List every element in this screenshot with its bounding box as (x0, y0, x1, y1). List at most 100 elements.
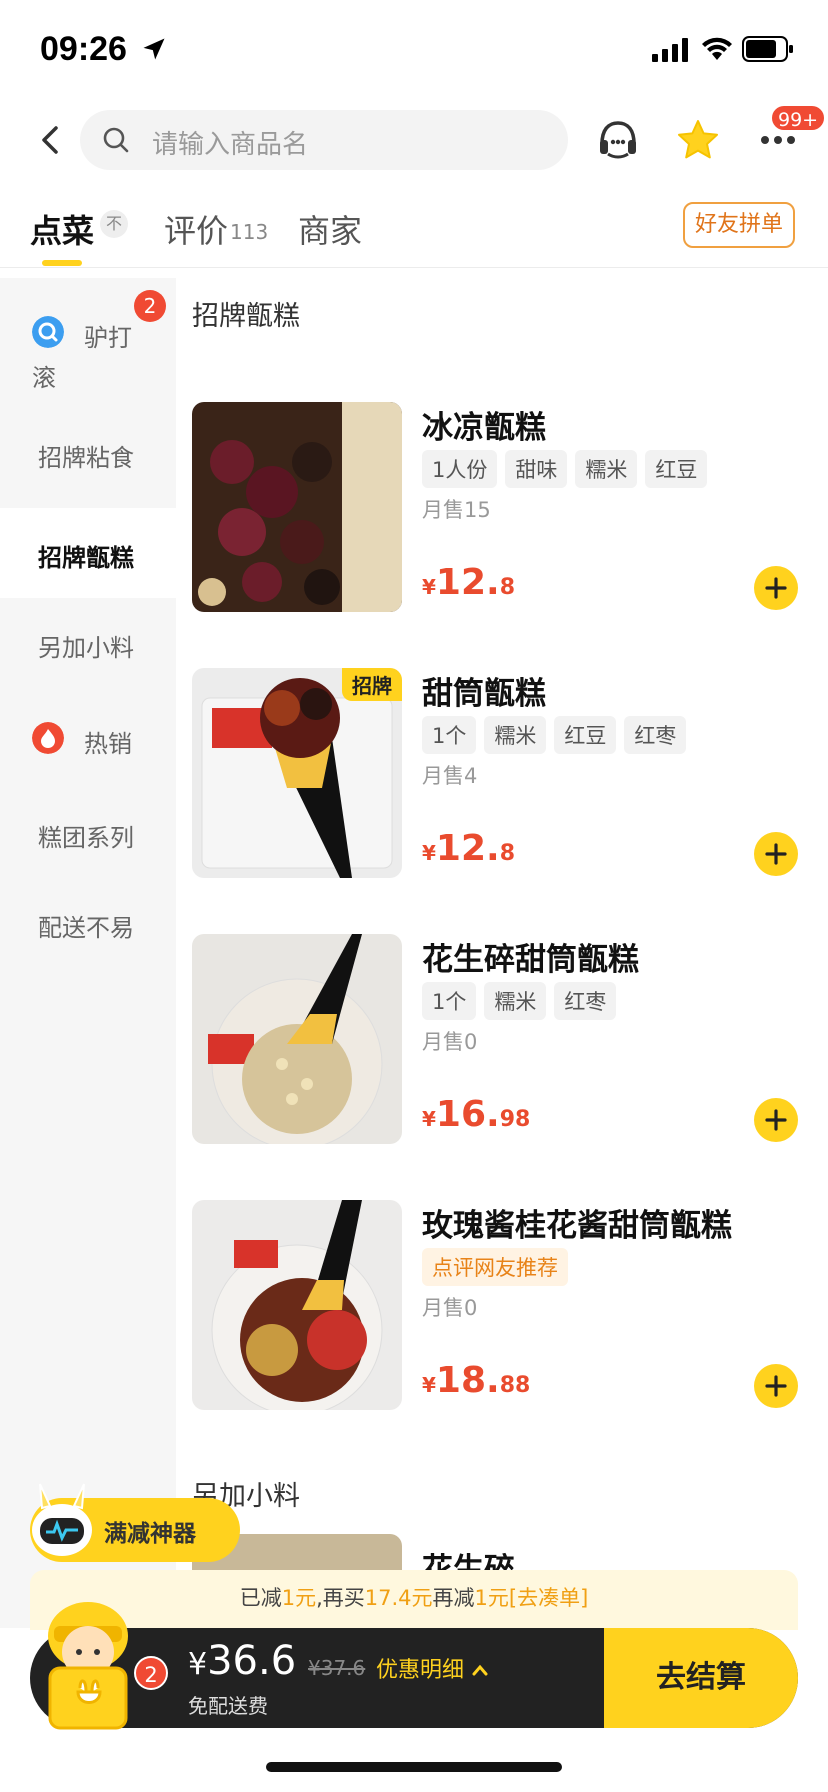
sidebar-item-label: 另加小料 (38, 634, 134, 662)
plus-icon (765, 1375, 787, 1397)
tab-order[interactable]: 点菜 (30, 206, 94, 252)
sidebar-item-label: 招牌甑糕 (38, 544, 134, 572)
review-count: 113 (230, 220, 269, 244)
signal-icon (652, 38, 688, 62)
fire-icon (32, 722, 64, 754)
item-tag: 糯米 (484, 716, 547, 754)
home-indicator[interactable] (266, 1762, 562, 1772)
item-price: ¥12.8 (422, 828, 516, 869)
sidebar-item-zhaopai-zenggao[interactable]: 招牌甑糕 (0, 508, 176, 598)
menu-item[interactable]: 冰凉甑糕 1人份 甜味 糯米 红豆 月售15 ¥12.8 (192, 402, 802, 612)
item-tag: 1个 (422, 982, 477, 1020)
pin-toggle-icon[interactable]: 不 (100, 210, 128, 238)
sidebar-item-cake-series[interactable]: 糕团系列 (0, 788, 176, 878)
sidebar-item-hot-sale[interactable]: 热销 (0, 688, 176, 788)
menu-item[interactable]: 招牌 甜筒甑糕 1个 糯米 红豆 红枣 月售4 ¥12.8 (192, 668, 802, 878)
discount-value: 1元 (281, 1586, 317, 1610)
item-tag: 1人份 (422, 450, 498, 488)
page: 09:26 请输入商品名 99+ 点菜 不 评价 113 商家 好友拼单 2 驴… (0, 0, 828, 1792)
plus-icon (765, 1109, 787, 1131)
discount-text: 已减 (239, 1586, 282, 1610)
plus-icon (765, 843, 787, 865)
menu-item[interactable]: 玫瑰酱桂花酱甜筒甑糕 点评网友推荐 月售0 ¥18.88 (192, 1200, 802, 1410)
discount-detail-toggle[interactable]: 优惠明细 (376, 1652, 489, 1684)
signature-badge: 招牌 (342, 668, 402, 701)
discount-text: 再减 (432, 1586, 475, 1610)
search-placeholder: 请输入商品名 (152, 130, 309, 160)
sidebar-item-label: 热销 (84, 730, 132, 758)
tab-reviews[interactable]: 评价 (164, 206, 228, 252)
add-to-cart-button[interactable] (754, 1098, 798, 1142)
discount-value: 17.4元 (364, 1586, 433, 1610)
item-tag: 红豆 (554, 716, 617, 754)
item-name: 玫瑰酱桂花酱甜筒甑糕 (422, 1208, 732, 1244)
customer-service-icon[interactable] (596, 118, 640, 162)
wifi-icon (702, 37, 732, 60)
add-to-cart-button[interactable] (754, 1364, 798, 1408)
add-to-cart-button[interactable] (754, 566, 798, 610)
sidebar-item-zhaopai-zhanshi[interactable]: 招牌粘食 (0, 408, 176, 498)
checkout-button[interactable]: 去结算 (604, 1628, 798, 1728)
section-title: 招牌甑糕 (192, 301, 300, 332)
item-tag: 1个 (422, 716, 477, 754)
active-tab-indicator (42, 260, 82, 266)
monthly-sales: 月售15 (422, 498, 491, 522)
menu-item[interactable]: 花生碎甜筒甑糕 1个 糯米 红枣 月售0 ¥16.98 (192, 934, 802, 1144)
item-tag: 甜味 (505, 450, 568, 488)
category-sidebar: 2 驴打滚 招牌粘食 招牌甑糕 另加小料 热销 糕团系列 配送不易 (0, 278, 176, 1628)
sidebar-item-delivery-note[interactable]: 配送不易 (0, 878, 176, 968)
cart-original-price: ¥37.6 (308, 1656, 366, 1680)
search-input[interactable]: 请输入商品名 (80, 110, 568, 170)
tab-merchant[interactable]: 商家 (298, 206, 362, 252)
item-tag: 糯米 (575, 450, 638, 488)
cart-count-badge: 2 (134, 1656, 168, 1690)
status-bar: 09:26 (0, 0, 828, 96)
sidebar-item-label: 糕团系列 (38, 824, 134, 852)
item-price: ¥16.98 (422, 1094, 531, 1135)
favorite-star-icon[interactable] (676, 118, 720, 162)
item-tag: 红豆 (645, 450, 708, 488)
notification-badge: 99+ (770, 104, 827, 132)
item-tag: 红枣 (554, 982, 617, 1020)
location-arrow-icon (143, 38, 165, 60)
item-tags: 1个 糯米 红枣 (422, 982, 617, 1020)
discount-text: ,再买 (316, 1586, 365, 1610)
delivery-fee-note: 免配送费 (188, 1694, 268, 1718)
cart-total: ¥36.6 (188, 1638, 297, 1684)
recommend-tag: 点评网友推荐 (422, 1248, 568, 1286)
food-image[interactable] (192, 402, 402, 612)
item-price: ¥18.88 (422, 1360, 531, 1401)
item-price: ¥12.8 (422, 562, 516, 603)
item-name: 甜筒甑糕 (422, 676, 546, 712)
sidebar-item-label: 驴打滚 (32, 324, 132, 392)
monthly-sales: 月售0 (422, 1030, 478, 1054)
status-time: 09:26 (40, 30, 127, 68)
battery-icon (742, 36, 793, 62)
sidebar-item-extra-toppings[interactable]: 另加小料 (0, 598, 176, 688)
item-tags: 1人份 甜味 糯米 红豆 (422, 450, 708, 488)
item-tags: 1个 糯米 红豆 红枣 (422, 716, 687, 754)
robot-mascot-icon (32, 1483, 92, 1556)
discount-helper-button[interactable]: 满减神器 (30, 1483, 240, 1562)
cart-bag-icon[interactable] (28, 1596, 148, 1732)
search-icon (103, 127, 129, 153)
monthly-sales: 月售4 (422, 764, 478, 788)
monthly-sales: 月售0 (422, 1296, 478, 1320)
food-image[interactable] (192, 934, 402, 1144)
group-order-button[interactable]: 好友拼单 (683, 202, 795, 248)
food-image[interactable] (192, 1200, 402, 1410)
item-tag: 糯米 (484, 982, 547, 1020)
discount-value: 1元 (474, 1586, 509, 1610)
sidebar-item-label: 招牌粘食 (38, 444, 134, 472)
back-icon[interactable] (30, 120, 70, 160)
sidebar-item-label: 配送不易 (38, 914, 134, 942)
discount-helper-label: 满减神器 (104, 1521, 196, 1547)
item-name: 冰凉甑糕 (422, 410, 546, 446)
tab-bar: 点菜 不 评价 113 商家 好友拼单 (0, 190, 828, 268)
chevron-up-icon (472, 1664, 488, 1676)
add-more-items-link[interactable]: [去凑单] (509, 1586, 588, 1610)
plus-icon (765, 577, 787, 599)
add-to-cart-button[interactable] (754, 832, 798, 876)
item-tag: 红枣 (624, 716, 687, 754)
item-name: 花生碎甜筒甑糕 (422, 942, 639, 978)
